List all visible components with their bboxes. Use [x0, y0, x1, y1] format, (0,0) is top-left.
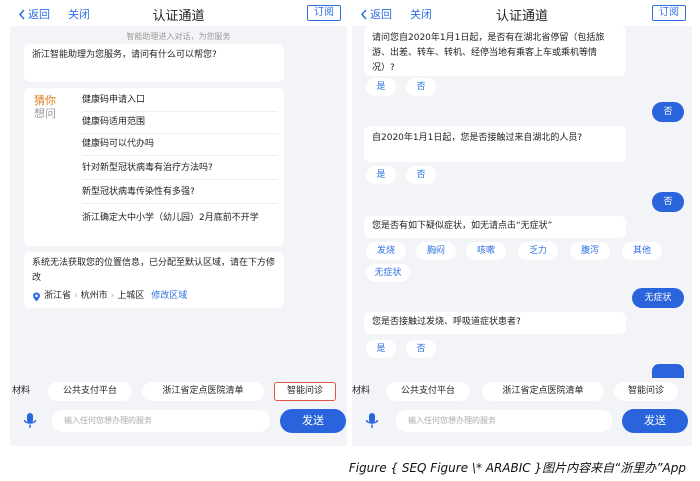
- user-answer: 否: [652, 192, 684, 212]
- input-bar: 输入任何您想办理的服务 发送: [10, 404, 347, 438]
- subscribe-button[interactable]: 订阅: [307, 5, 341, 21]
- top-nav-bar: 返回 关闭 认证通道 订阅: [352, 0, 692, 26]
- user-answer-partial: [652, 364, 684, 378]
- suggested-question[interactable]: 健康码申请入口: [82, 90, 278, 112]
- quick-chip[interactable]: 浙江省定点医院清单: [482, 382, 604, 401]
- close-button[interactable]: 关闭: [410, 6, 432, 22]
- quick-chip[interactable]: 材料: [10, 382, 36, 401]
- quick-chip[interactable]: 公共支付平台: [48, 382, 132, 401]
- microphone-icon[interactable]: [364, 412, 380, 430]
- user-answer: 无症状: [632, 288, 684, 308]
- suggested-question[interactable]: 针对新型冠状病毒有治疗方法吗?: [82, 158, 278, 180]
- chat-screen-left: 返回 关闭 认证通道 订阅 智能助理进入对话，为您服务 浙江智能助理为您服务，请…: [10, 0, 347, 446]
- quick-chip[interactable]: 材料: [352, 382, 376, 401]
- symptom-option[interactable]: 其他: [622, 242, 662, 260]
- question-symptoms: 您是否有如下疑似症状，如无请点击“无症状”: [364, 216, 626, 238]
- option-yes[interactable]: 是: [366, 78, 396, 96]
- symptom-option[interactable]: 无症状: [366, 264, 410, 282]
- location-message-text: 系统无法获取您的位置信息，已分配至默认区域，请在下方修改: [32, 258, 276, 283]
- suggested-question[interactable]: 健康码可以代办吗: [82, 134, 278, 156]
- back-label: 返回: [370, 8, 392, 21]
- quick-chip-smart-diagnosis[interactable]: 智能问诊: [274, 382, 336, 401]
- back-label: 返回: [28, 8, 50, 21]
- option-no[interactable]: 否: [406, 78, 436, 96]
- chevron-left-icon: [360, 9, 367, 19]
- quick-chips: 材料 公共支付平台 浙江省定点医院清单 智能问诊: [10, 382, 347, 404]
- location-pin-icon: [33, 292, 40, 301]
- symptom-option[interactable]: 胸闷: [416, 242, 456, 260]
- message-input[interactable]: 输入任何您想办理的服务: [396, 410, 612, 432]
- page-title: 认证通道: [495, 9, 548, 24]
- close-button[interactable]: 关闭: [68, 6, 90, 22]
- input-bar: 输入任何您想办理的服务 发送: [352, 404, 692, 438]
- province-label: 浙江省: [44, 291, 72, 301]
- chevron-right-icon: ›: [110, 291, 115, 301]
- send-button[interactable]: 发送: [622, 409, 688, 433]
- chevron-left-icon: [18, 9, 25, 19]
- location-row: 浙江省 › 杭州市 › 上城区 修改区域: [32, 289, 187, 304]
- question-hubei-stay: 请问您自2020年1月1日起，是否有在湖北省停留（包括旅游、出差、转车、转机、经…: [364, 26, 626, 76]
- quick-chip[interactable]: 智能问诊: [614, 382, 678, 401]
- question-hubei-contact: 自2020年1月1日起，您是否接触过来自湖北的人员?: [364, 126, 626, 162]
- greeting-message: 浙江智能助理为您服务，请问有什么可以帮您?: [24, 44, 284, 82]
- suggested-questions-card: 猜你 想问 健康码申请入口 健康码适用范围 健康码可以代办吗 针对新型冠状病毒有…: [24, 88, 284, 246]
- send-button[interactable]: 发送: [280, 409, 346, 433]
- quick-chip[interactable]: 浙江省定点医院清单: [142, 382, 264, 401]
- chevron-right-icon: ›: [74, 291, 78, 301]
- back-button[interactable]: 返回: [18, 6, 50, 22]
- guess-label-top: 猜你: [34, 94, 56, 107]
- user-answer: 否: [652, 102, 684, 122]
- district-label: 上城区: [117, 291, 145, 301]
- page-title: 认证通道: [152, 9, 205, 24]
- city-label: 杭州市: [80, 291, 108, 301]
- subscribe-button[interactable]: 订阅: [652, 5, 686, 21]
- microphone-icon[interactable]: [22, 412, 38, 430]
- chat-screen-right: 返回 关闭 认证通道 订阅 请问您自2020年1月1日起，是否有在湖北省停留（包…: [352, 0, 692, 446]
- assistant-hint: 智能助理进入对话，为您服务: [126, 32, 231, 41]
- location-message: 系统无法获取您的位置信息，已分配至默认区域，请在下方修改 浙江省 › 杭州市 ›…: [24, 252, 284, 308]
- option-no[interactable]: 否: [406, 166, 436, 184]
- message-input[interactable]: 输入任何您想办理的服务: [52, 410, 270, 432]
- guess-label: 猜你 想问: [34, 94, 56, 120]
- suggested-question[interactable]: 健康码适用范围: [82, 112, 278, 134]
- question-fever-contact: 您是否接触过发烧、呼吸道症状患者?: [364, 312, 626, 334]
- symptom-option[interactable]: 腹泻: [570, 242, 610, 260]
- option-yes[interactable]: 是: [366, 340, 396, 358]
- quick-chips: 材料 公共支付平台 浙江省定点医院清单 智能问诊: [352, 382, 692, 404]
- figure-caption: Figure { SEQ Figure \* ARABIC }图片内容来自“浙里…: [348, 461, 686, 475]
- symptom-option[interactable]: 咳嗽: [466, 242, 506, 260]
- option-yes[interactable]: 是: [366, 166, 396, 184]
- suggested-question[interactable]: 新型冠状病毒传染性有多强?: [82, 182, 278, 204]
- guess-label-bottom: 想问: [34, 107, 56, 120]
- top-nav-bar: 返回 关闭 认证通道 订阅: [10, 0, 347, 26]
- quick-chip[interactable]: 公共支付平台: [386, 382, 470, 401]
- edit-region-link[interactable]: 修改区域: [151, 289, 187, 304]
- symptom-option[interactable]: 乏力: [518, 242, 558, 260]
- option-no[interactable]: 否: [406, 340, 436, 358]
- back-button[interactable]: 返回: [360, 6, 392, 22]
- suggested-question[interactable]: 浙江确定大中小学（幼儿园）2月底前不开学: [82, 208, 278, 229]
- symptom-option[interactable]: 发烧: [366, 242, 406, 260]
